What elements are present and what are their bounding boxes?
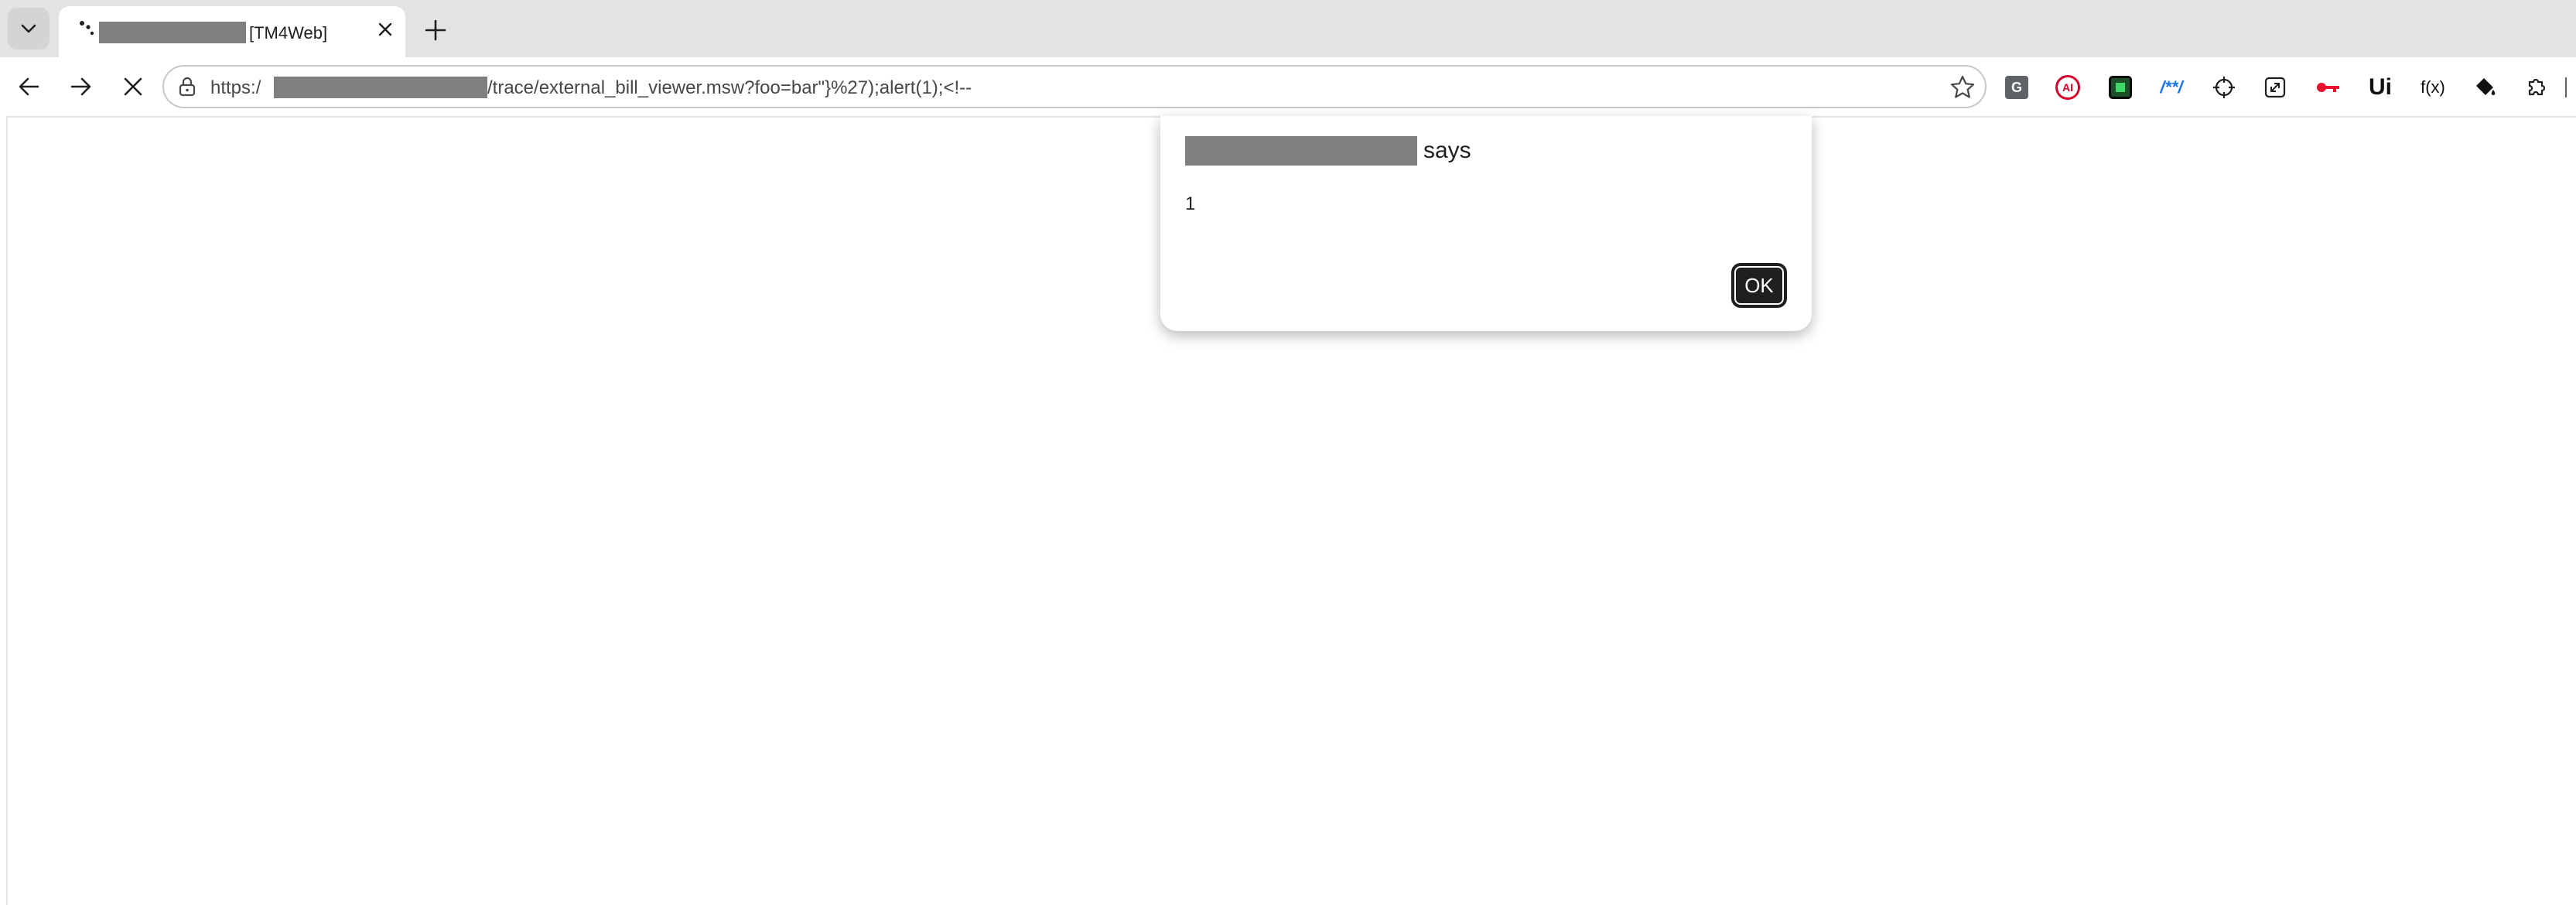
- function-extension-icon[interactable]: f(x): [2417, 71, 2449, 104]
- unicode-extension-icon[interactable]: Ui: [2364, 71, 2397, 104]
- tab-title-redaction: [99, 22, 246, 43]
- regex-extension-icon[interactable]: /**/: [2155, 71, 2188, 104]
- plus-icon: [425, 19, 446, 41]
- url-text-path: /trace/external_bill_viewer.msw?foo=bar"…: [487, 77, 972, 98]
- g-extension-icon[interactable]: G: [2000, 71, 2033, 104]
- key-icon: [2317, 83, 2339, 92]
- stop-loading-button[interactable]: [114, 68, 152, 105]
- tab-title: [TM4Web]: [249, 23, 328, 43]
- url-host-redaction: [274, 77, 487, 98]
- dialog-message: 1: [1185, 193, 1196, 214]
- puzzle-icon: [2528, 78, 2546, 96]
- site-info-icon[interactable]: [176, 76, 198, 97]
- chevron-down-icon: [21, 24, 36, 33]
- url-text-prefix: https:/: [210, 77, 261, 98]
- tab-search-button[interactable]: [8, 8, 50, 50]
- alert-dialog: says 1 OK: [1160, 116, 1812, 331]
- paint-bucket-extension-icon[interactable]: [2469, 71, 2502, 104]
- back-button[interactable]: [11, 68, 48, 105]
- arrow-right-icon: [70, 77, 91, 96]
- dialog-title-says: says: [1423, 138, 1471, 163]
- forward-button[interactable]: [62, 68, 99, 105]
- paint-bucket-icon: [2476, 78, 2496, 95]
- dialog-origin-redaction: [1185, 136, 1417, 166]
- arrow-left-icon: [19, 77, 39, 96]
- crosshair-icon: [2213, 77, 2235, 98]
- resize-extension-icon[interactable]: [2259, 71, 2291, 104]
- key-extension-icon[interactable]: [2311, 71, 2344, 104]
- ok-button[interactable]: OK: [1731, 263, 1787, 308]
- tab-close-button[interactable]: [371, 15, 399, 43]
- puzzle-extensions-icon[interactable]: [2520, 71, 2553, 104]
- browser-toolbar: https:/ /trace/external_bill_viewer.msw?…: [0, 57, 2576, 116]
- tab-strip: [TM4Web]: [0, 0, 2576, 57]
- ai-extension-icon[interactable]: AI: [2052, 71, 2084, 104]
- crosshair-extension-icon[interactable]: [2208, 71, 2240, 104]
- bookmark-star-icon[interactable]: [1949, 74, 1976, 101]
- new-tab-button[interactable]: [418, 12, 453, 48]
- close-icon: [378, 22, 392, 36]
- address-bar[interactable]: https:/ /trace/external_bill_viewer.msw?…: [162, 65, 1987, 108]
- loading-dots-icon: [80, 21, 94, 36]
- resize-icon: [2264, 77, 2286, 98]
- toolbar-divider: [2565, 77, 2567, 97]
- green-square-extension-icon[interactable]: [2104, 71, 2137, 104]
- active-tab[interactable]: [TM4Web]: [59, 6, 405, 57]
- close-icon: [124, 77, 142, 96]
